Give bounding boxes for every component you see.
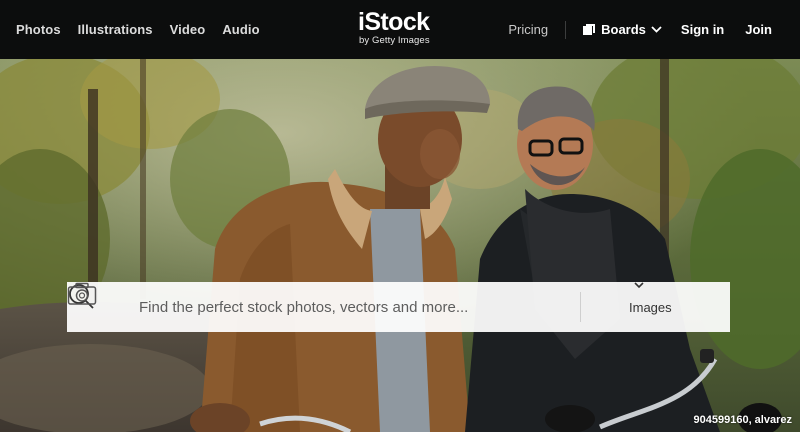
- nav-link-illustrations[interactable]: Illustrations: [78, 22, 153, 37]
- nav-divider: [565, 20, 567, 39]
- hero-photo-illustration: [0, 59, 800, 432]
- boards-menu-button[interactable]: Boards: [583, 22, 662, 37]
- chevron-down-icon: [634, 282, 644, 289]
- search-input[interactable]: [139, 282, 519, 332]
- boards-icon: [583, 23, 596, 36]
- primary-nav: Photos Illustrations Video Audio: [16, 22, 277, 37]
- nav-link-video[interactable]: Video: [170, 22, 206, 37]
- photo-credit-caption: 904599160, alvarez: [693, 414, 792, 426]
- camera-icon[interactable]: [67, 282, 97, 306]
- logo-byline: by Getty Images: [359, 35, 430, 46]
- media-type-label: Images: [629, 299, 672, 315]
- media-type-select[interactable]: Images: [629, 282, 672, 332]
- search-bar: Images: [67, 282, 730, 332]
- chevron-down-icon: [651, 26, 662, 33]
- sign-in-link[interactable]: Sign in: [681, 22, 724, 37]
- top-navigation-bar: Photos Illustrations Video Audio iStock …: [0, 0, 800, 59]
- hero-photo: Images 904599160, alvarez: [0, 59, 800, 432]
- istock-logo[interactable]: iStock by Getty Images: [358, 8, 440, 47]
- logo-wordmark: iStock: [358, 8, 430, 36]
- boards-label: Boards: [601, 22, 646, 37]
- nav-link-photos[interactable]: Photos: [16, 22, 61, 37]
- pricing-link[interactable]: Pricing: [508, 22, 548, 37]
- join-link[interactable]: Join: [745, 22, 772, 37]
- search-divider: [580, 292, 581, 322]
- account-nav: Pricing Boards Sign in Join: [508, 0, 800, 59]
- nav-link-audio[interactable]: Audio: [222, 22, 259, 37]
